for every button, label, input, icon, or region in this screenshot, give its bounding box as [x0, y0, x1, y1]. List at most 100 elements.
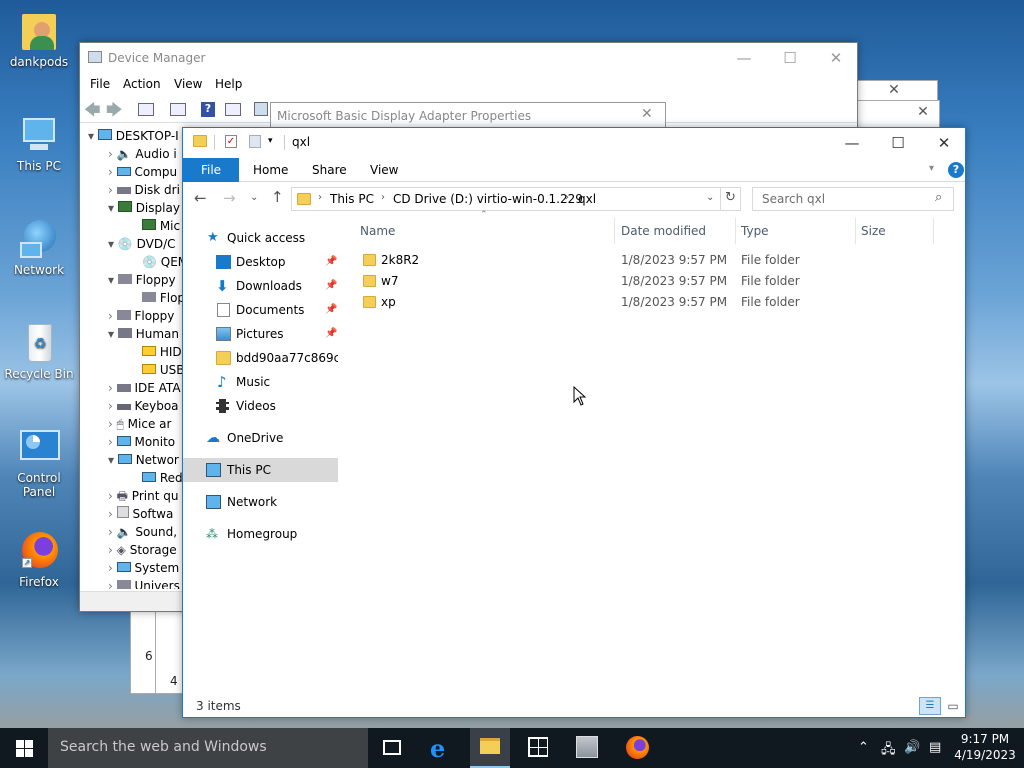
- column-name[interactable]: Name: [355, 218, 615, 244]
- tree-item[interactable]: Mic: [142, 217, 180, 235]
- scan-hardware-icon[interactable]: [254, 102, 268, 116]
- menu-action[interactable]: Action: [123, 77, 161, 91]
- expand-ribbon-chevron-icon[interactable]: ▾: [929, 163, 934, 174]
- search-box[interactable]: Search qxl ⌕: [752, 187, 954, 211]
- breadcrumb-this-pc[interactable]: This PC: [330, 192, 374, 206]
- nav-homegroup[interactable]: ⁂ Homegroup: [183, 522, 338, 546]
- recent-locations-chevron-icon[interactable]: ⌄: [250, 192, 258, 203]
- menu-view[interactable]: View: [174, 77, 202, 91]
- nav-this-pc[interactable]: This PC: [183, 458, 338, 482]
- device-manager-titlebar[interactable]: Device Manager — ☐ ✕: [80, 43, 857, 73]
- nav-music[interactable]: ♪ Music: [183, 370, 338, 394]
- nav-documents[interactable]: Documents 📌: [183, 298, 338, 322]
- clock[interactable]: 9:17 PM 4/19/2023: [952, 731, 1018, 763]
- up-arrow-icon[interactable]: ↑: [271, 188, 284, 206]
- column-size[interactable]: Size: [856, 218, 934, 244]
- nav-downloads[interactable]: ⬇ Downloads 📌: [183, 274, 338, 298]
- column-type[interactable]: Type: [736, 218, 856, 244]
- action-center-icon[interactable]: ▤: [929, 740, 941, 755]
- refresh-icon[interactable]: ↻: [725, 190, 736, 205]
- tree-item[interactable]: 💿 QEM: [142, 253, 184, 271]
- close-button[interactable]: ✕: [813, 43, 859, 73]
- back-arrow-icon[interactable]: ←: [194, 189, 207, 207]
- tree-item[interactable]: › 🖱 Mice ar: [108, 415, 171, 433]
- tree-item[interactable]: Flop: [142, 289, 184, 307]
- details-view-icon[interactable]: ☰: [919, 697, 941, 715]
- file-row[interactable]: w7 1/8/2023 9:57 PM File folder: [355, 271, 955, 292]
- taskbar-search-input[interactable]: Search the web and Windows: [60, 739, 267, 755]
- desktop-icon-dankpods[interactable]: dankpods: [1, 10, 77, 69]
- maximize-button[interactable]: ☐: [767, 43, 813, 73]
- task-view-icon[interactable]: [383, 740, 401, 755]
- tree-item[interactable]: › Monito: [108, 433, 175, 451]
- desktop-icon-recycle-bin[interactable]: ♻ Recycle Bin: [1, 322, 77, 381]
- close-icon[interactable]: ✕: [879, 81, 909, 99]
- menu-help[interactable]: Help: [215, 77, 242, 91]
- store-icon[interactable]: [528, 737, 548, 757]
- pin-icon[interactable]: 📌: [325, 322, 337, 346]
- tab-share[interactable]: Share: [312, 163, 347, 177]
- nav-onedrive[interactable]: ☁ OneDrive: [183, 426, 338, 450]
- tree-item[interactable]: › Floppy: [108, 307, 174, 325]
- desktop-icon-control-panel[interactable]: Control Panel: [1, 426, 77, 499]
- explorer-titlebar[interactable]: ✓ ▾ qxl — ☐ ✕: [183, 128, 965, 158]
- nav-bdd-folder[interactable]: bdd90aa77c869cb35: [183, 346, 338, 370]
- breadcrumb-qxl[interactable]: qxl: [578, 192, 596, 206]
- pin-icon[interactable]: 📌: [325, 274, 337, 298]
- file-explorer-taskbar-icon[interactable]: [470, 728, 510, 768]
- tree-item[interactable]: ▾ Networ: [108, 451, 179, 469]
- tree-item[interactable]: › Compu: [108, 163, 177, 181]
- minimize-button[interactable]: —: [721, 43, 767, 73]
- new-folder-icon[interactable]: [249, 135, 261, 148]
- maximize-button[interactable]: ☐: [875, 128, 921, 158]
- forward-arrow-icon[interactable]: →: [223, 189, 236, 207]
- nav-pictures[interactable]: Pictures 📌: [183, 322, 338, 346]
- volume-icon[interactable]: 🔊: [904, 740, 920, 755]
- tree-root[interactable]: ▾ DESKTOP-I: [88, 127, 179, 145]
- file-row[interactable]: xp 1/8/2023 9:57 PM File folder: [355, 292, 955, 313]
- tab-file[interactable]: File: [183, 158, 239, 182]
- menu-file[interactable]: File: [90, 77, 110, 91]
- desktop-icon-network[interactable]: Network: [1, 218, 77, 277]
- column-date-modified[interactable]: Date modified: [616, 218, 736, 244]
- close-button[interactable]: ✕: [921, 128, 967, 158]
- address-dropdown-chevron-icon[interactable]: ⌄: [706, 192, 714, 203]
- show-hidden-icons-chevron-icon[interactable]: ⌃: [858, 740, 869, 755]
- tree-item[interactable]: ▾ Display: [108, 199, 180, 217]
- tree-item[interactable]: › ◈ Storage: [108, 541, 177, 559]
- tree-item[interactable]: › Disk dri: [108, 181, 180, 199]
- tree-item[interactable]: › Softwa: [108, 505, 173, 523]
- tree-item[interactable]: HID: [142, 343, 182, 361]
- nav-network[interactable]: Network: [183, 490, 338, 514]
- help-icon[interactable]: ?: [948, 162, 964, 178]
- large-icons-view-icon[interactable]: ▭: [944, 697, 962, 715]
- tab-home[interactable]: Home: [253, 163, 288, 177]
- tree-item[interactable]: ▾ Human: [108, 325, 179, 343]
- nav-desktop[interactable]: Desktop 📌: [183, 250, 338, 274]
- list-icon[interactable]: [170, 103, 186, 116]
- tree-item[interactable]: USB: [142, 361, 184, 379]
- view-icon[interactable]: [225, 103, 241, 116]
- forward-arrow-icon[interactable]: 🡆: [106, 99, 123, 126]
- tree-item[interactable]: › Keyboa: [108, 397, 179, 415]
- pin-icon[interactable]: 📌: [325, 298, 337, 322]
- tree-item[interactable]: › 🖶 Print qu: [108, 487, 178, 505]
- tab-view[interactable]: View: [370, 163, 398, 177]
- breadcrumb-cd-drive[interactable]: CD Drive (D:) virtio-win-0.1.229: [393, 192, 583, 206]
- nav-quick-access[interactable]: ★ Quick access: [183, 226, 338, 250]
- tree-item[interactable]: › 🔈 Audio i: [108, 145, 177, 163]
- desktop-icon-this-pc[interactable]: This PC: [1, 114, 77, 173]
- tree-item[interactable]: › 🔈 Sound,: [108, 523, 177, 541]
- edge-icon[interactable]: e: [430, 734, 445, 763]
- tree-item[interactable]: › IDE ATA: [108, 379, 181, 397]
- properties-icon[interactable]: [138, 103, 154, 116]
- taskbar-search-box[interactable]: Search the web and Windows: [48, 728, 368, 768]
- device-manager-taskbar-icon[interactable]: [576, 736, 598, 758]
- search-input[interactable]: Search qxl: [762, 192, 825, 206]
- properties-check-icon[interactable]: ✓: [225, 135, 237, 148]
- tree-item[interactable]: ▾ Floppy: [108, 271, 176, 289]
- tree-item[interactable]: ▾ 💿 DVD/C: [108, 235, 176, 253]
- file-row[interactable]: 2k8R2 1/8/2023 9:57 PM File folder: [355, 250, 955, 271]
- network-tray-icon[interactable]: 🖧: [881, 740, 896, 762]
- desktop-icon-firefox[interactable]: ↗ Firefox: [1, 530, 77, 589]
